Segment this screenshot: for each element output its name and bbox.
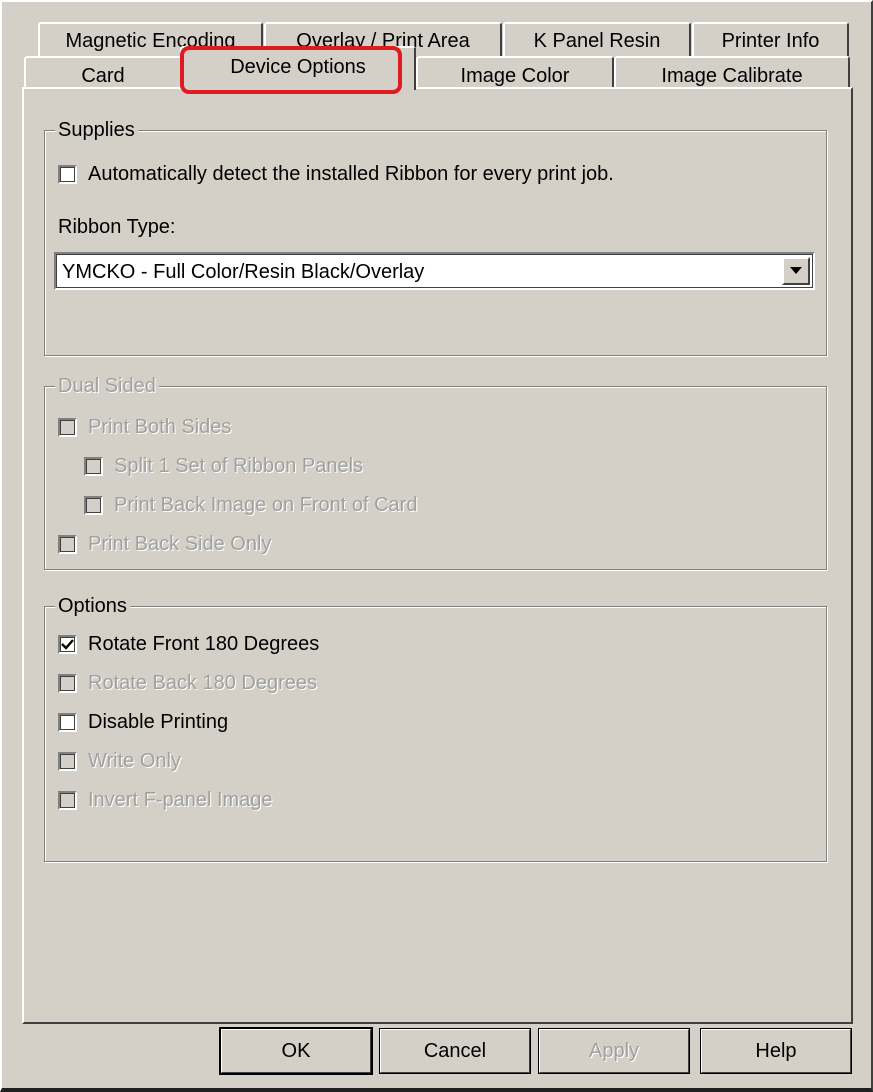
rotate-front-label: Rotate Front 180 Degrees (88, 633, 320, 655)
print-both-sides-option[interactable]: Print Both Sides (58, 416, 231, 439)
disable-printing-checkbox[interactable] (58, 713, 77, 732)
rotate-back-checkbox[interactable] (58, 674, 77, 693)
print-back-on-front-option[interactable]: Print Back Image on Front of Card (84, 494, 417, 517)
auto-detect-ribbon-option[interactable]: Automatically detect the installed Ribbo… (58, 163, 614, 186)
split-ribbon-panels-option[interactable]: Split 1 Set of Ribbon Panels (84, 455, 363, 478)
disable-printing-option[interactable]: Disable Printing (58, 711, 228, 734)
cancel-button[interactable]: Cancel (379, 1028, 531, 1074)
auto-detect-ribbon-label: Automatically detect the installed Ribbo… (88, 163, 614, 185)
ok-button[interactable]: OK (219, 1027, 373, 1075)
tab-label: Card (81, 64, 125, 87)
tab-k-panel-resin[interactable]: K Panel Resin (503, 22, 691, 58)
tab-label: Device Options (230, 55, 366, 78)
print-back-side-only-option[interactable]: Print Back Side Only (58, 533, 271, 556)
invert-fpanel-checkbox[interactable] (58, 791, 77, 810)
tab-label: Image Calibrate (661, 64, 803, 87)
tab-label: Printer Info (721, 29, 820, 52)
split-ribbon-panels-checkbox[interactable] (84, 457, 103, 476)
print-back-on-front-checkbox[interactable] (84, 496, 103, 515)
ok-button-label: OK (281, 1039, 311, 1062)
ribbon-type-value: YMCKO - Full Color/Resin Black/Overlay (62, 261, 425, 283)
rotate-back-label: Rotate Back 180 Degrees (88, 672, 318, 694)
ribbon-type-select[interactable]: YMCKO - Full Color/Resin Black/Overlay (54, 252, 815, 290)
print-back-side-only-label: Print Back Side Only (88, 533, 272, 555)
apply-button-label: Apply (588, 1039, 640, 1062)
write-only-label: Write Only (88, 750, 181, 772)
write-only-option[interactable]: Write Only (58, 750, 181, 773)
tab-label: K Panel Resin (533, 29, 661, 52)
print-both-sides-label: Print Both Sides (88, 416, 232, 438)
cancel-button-label: Cancel (423, 1039, 487, 1062)
write-only-checkbox[interactable] (58, 752, 77, 771)
tab-label: Image Color (460, 64, 570, 87)
tab-device-options[interactable]: Device Options (180, 46, 416, 90)
dual-sided-group-title: Dual Sided (55, 375, 159, 397)
options-group-title: Options (55, 595, 130, 617)
print-both-sides-checkbox[interactable] (58, 418, 77, 437)
apply-button[interactable]: Apply (538, 1028, 690, 1074)
rotate-front-option[interactable]: Rotate Front 180 Degrees (58, 633, 319, 656)
auto-detect-ribbon-checkbox[interactable] (58, 165, 77, 184)
print-back-side-only-checkbox[interactable] (58, 535, 77, 554)
help-button[interactable]: Help (700, 1028, 852, 1074)
split-ribbon-panels-label: Split 1 Set of Ribbon Panels (114, 455, 364, 477)
ribbon-type-label: Ribbon Type: (58, 216, 176, 238)
rotate-front-checkbox[interactable] (58, 635, 77, 654)
supplies-group-title: Supplies (55, 119, 138, 141)
invert-fpanel-option[interactable]: Invert F-panel Image (58, 789, 273, 812)
checkmark-icon (61, 639, 74, 650)
disable-printing-label: Disable Printing (88, 711, 229, 733)
help-button-label: Help (755, 1039, 797, 1062)
rotate-back-option[interactable]: Rotate Back 180 Degrees (58, 672, 317, 695)
chevron-down-icon (790, 267, 802, 274)
print-back-on-front-label: Print Back Image on Front of Card (114, 494, 418, 516)
invert-fpanel-label: Invert F-panel Image (88, 789, 273, 811)
device-options-dialog: Magnetic Encoding Overlay / Print Area K… (0, 0, 873, 1092)
ribbon-type-dropdown-button[interactable] (782, 257, 810, 285)
tab-printer-info[interactable]: Printer Info (692, 22, 849, 58)
